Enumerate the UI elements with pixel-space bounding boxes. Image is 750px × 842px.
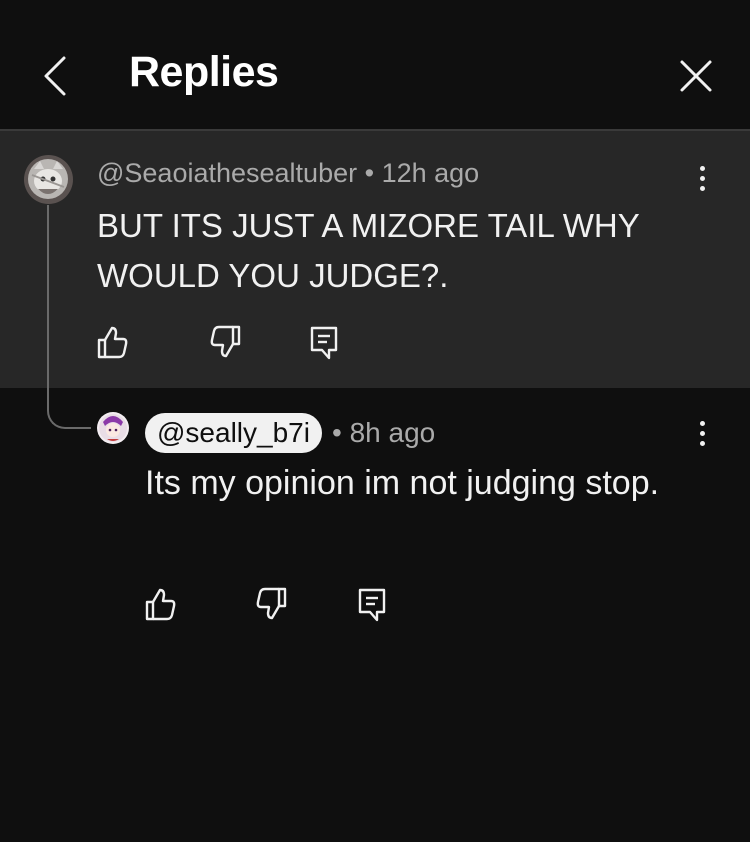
more-options-button[interactable] <box>690 416 714 460</box>
comment-time: 8h ago <box>349 417 436 448</box>
comment-meta: • 8h ago <box>332 417 435 449</box>
avatar[interactable] <box>97 412 129 444</box>
parent-comment: @Seaoiathesealtuber • 12h ago BUT ITS JU… <box>0 131 750 429</box>
like-button[interactable] <box>90 320 134 364</box>
thumbs-down-icon <box>256 587 287 620</box>
avatar[interactable] <box>24 155 73 204</box>
chevron-left-icon <box>44 56 66 96</box>
comment-meta: @Seaoiathesealtuber • 12h ago <box>97 158 479 189</box>
page-title: Replies <box>129 48 279 96</box>
reply-icon <box>358 588 386 622</box>
close-icon <box>680 60 712 92</box>
comment-author[interactable]: @Seaoiathesealtuber <box>97 158 357 188</box>
reply-author-badge[interactable]: @seally_b7i <box>145 413 322 453</box>
more-options-button[interactable] <box>690 161 714 205</box>
thumbs-up-icon <box>145 588 176 621</box>
more-vertical-icon <box>690 166 714 191</box>
reply-button[interactable] <box>302 320 346 364</box>
back-button[interactable] <box>36 52 76 100</box>
thread-connector-line <box>47 205 91 429</box>
dislike-button[interactable] <box>250 582 294 626</box>
reply-button[interactable] <box>350 582 394 626</box>
like-button[interactable] <box>138 582 182 626</box>
thumbs-up-icon <box>97 326 128 359</box>
meta-separator: • <box>364 158 375 188</box>
replies-header: Replies <box>0 0 750 130</box>
reply-icon <box>310 326 338 360</box>
meta-separator: • <box>332 417 342 448</box>
comment-time: 12h ago <box>381 158 480 188</box>
more-vertical-icon <box>690 421 714 446</box>
dislike-button[interactable] <box>204 320 248 364</box>
comment-text: Its my opinion im not judging stop. <box>145 464 660 502</box>
close-button[interactable] <box>674 54 718 98</box>
comment-text: BUT ITS JUST A MIZORE TAIL WHY WOULD YOU… <box>97 207 640 294</box>
thumbs-down-icon <box>210 325 241 358</box>
